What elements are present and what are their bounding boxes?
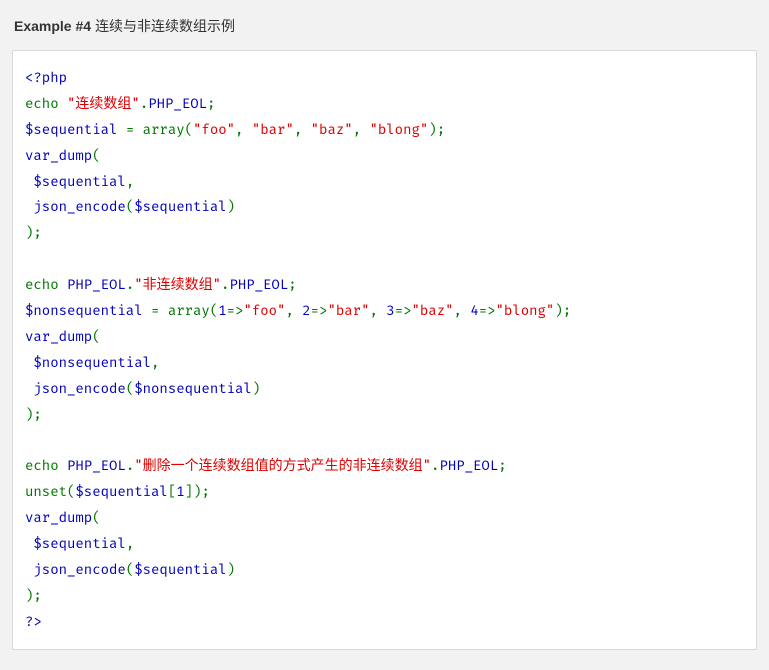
- op: (: [210, 302, 218, 319]
- op: (: [92, 147, 100, 164]
- var: $nonsequential: [25, 302, 151, 319]
- op: ): [554, 302, 562, 319]
- kw-echo: echo: [25, 457, 67, 474]
- op: ,: [285, 302, 302, 319]
- op: ): [252, 380, 260, 397]
- kw-array: array: [143, 121, 185, 138]
- kw-array: array: [168, 302, 210, 319]
- op: =>: [395, 302, 412, 319]
- const: PHP_EOL: [229, 276, 288, 293]
- op: ;: [437, 121, 445, 138]
- example-number: Example #4: [14, 18, 91, 34]
- op: ): [227, 561, 235, 578]
- str: "bar": [327, 302, 369, 319]
- var: $nonsequential: [25, 354, 151, 371]
- var: $sequential: [25, 535, 126, 552]
- fn: json_encode: [25, 380, 126, 397]
- num: 3: [386, 302, 394, 319]
- str: "blong": [369, 121, 428, 138]
- op: ,: [235, 121, 252, 138]
- op: (: [126, 198, 134, 215]
- const: PHP_EOL: [148, 95, 207, 112]
- num: 1: [176, 483, 184, 500]
- op: ;: [201, 483, 209, 500]
- op: (: [92, 328, 100, 345]
- fn: json_encode: [25, 561, 126, 578]
- op: =>: [227, 302, 244, 319]
- op: ,: [294, 121, 311, 138]
- const: PHP_EOL: [67, 457, 126, 474]
- fn: var_dump: [25, 328, 92, 345]
- op: (: [126, 380, 134, 397]
- str: "baz": [412, 302, 454, 319]
- op: =>: [311, 302, 328, 319]
- op: ,: [369, 302, 386, 319]
- php-open-tag: <?php: [25, 69, 67, 86]
- op: ;: [498, 457, 506, 474]
- str: "baz": [311, 121, 353, 138]
- op: =: [126, 121, 143, 138]
- op: [: [168, 483, 176, 500]
- op: ]: [185, 483, 193, 500]
- num: 2: [302, 302, 310, 319]
- op: (: [185, 121, 193, 138]
- code: <?php echo "连续数组".PHP_EOL; $sequential =…: [25, 65, 744, 635]
- str: "blong": [496, 302, 555, 319]
- example-caption: 连续与非连续数组示例: [95, 18, 235, 34]
- kw-echo: echo: [25, 276, 67, 293]
- op: (: [92, 509, 100, 526]
- op: ;: [33, 224, 41, 241]
- var: $sequential: [25, 121, 126, 138]
- str: "删除一个连续数组值的方式产生的非连续数组": [134, 457, 431, 474]
- op: =: [151, 302, 168, 319]
- const: PHP_EOL: [67, 276, 126, 293]
- str: "foo": [243, 302, 285, 319]
- op: ,: [353, 121, 370, 138]
- fn: var_dump: [25, 147, 92, 164]
- str: "bar": [252, 121, 294, 138]
- kw-unset: unset: [25, 483, 67, 500]
- kw-echo: echo: [25, 95, 67, 112]
- op: ,: [151, 354, 159, 371]
- op: ;: [33, 587, 41, 604]
- num: 1: [218, 302, 226, 319]
- var: $nonsequential: [134, 380, 252, 397]
- str: "非连续数组": [134, 276, 221, 293]
- op: .: [126, 457, 134, 474]
- op: .: [140, 95, 148, 112]
- fn: json_encode: [25, 198, 126, 215]
- php-close-tag: ?>: [25, 613, 42, 630]
- op: ;: [207, 95, 215, 112]
- var: $sequential: [75, 483, 167, 500]
- op: =>: [479, 302, 496, 319]
- op: ;: [33, 406, 41, 423]
- var: $sequential: [134, 198, 226, 215]
- op: ): [227, 198, 235, 215]
- op: ): [428, 121, 436, 138]
- var: $sequential: [25, 173, 126, 190]
- example-container: Example #4连续与非连续数组示例 <?php echo "连续数组".P…: [0, 0, 769, 670]
- op: ;: [288, 276, 296, 293]
- op: ,: [126, 535, 134, 552]
- str: "foo": [193, 121, 235, 138]
- example-title: Example #4连续与非连续数组示例: [14, 16, 757, 36]
- op: .: [126, 276, 134, 293]
- op: ;: [563, 302, 571, 319]
- num: 4: [470, 302, 478, 319]
- fn: var_dump: [25, 509, 92, 526]
- code-block: <?php echo "连续数组".PHP_EOL; $sequential =…: [12, 50, 757, 650]
- str: "连续数组": [67, 95, 140, 112]
- var: $sequential: [134, 561, 226, 578]
- const: PHP_EOL: [439, 457, 498, 474]
- op: ,: [454, 302, 471, 319]
- op: ,: [126, 173, 134, 190]
- op: (: [126, 561, 134, 578]
